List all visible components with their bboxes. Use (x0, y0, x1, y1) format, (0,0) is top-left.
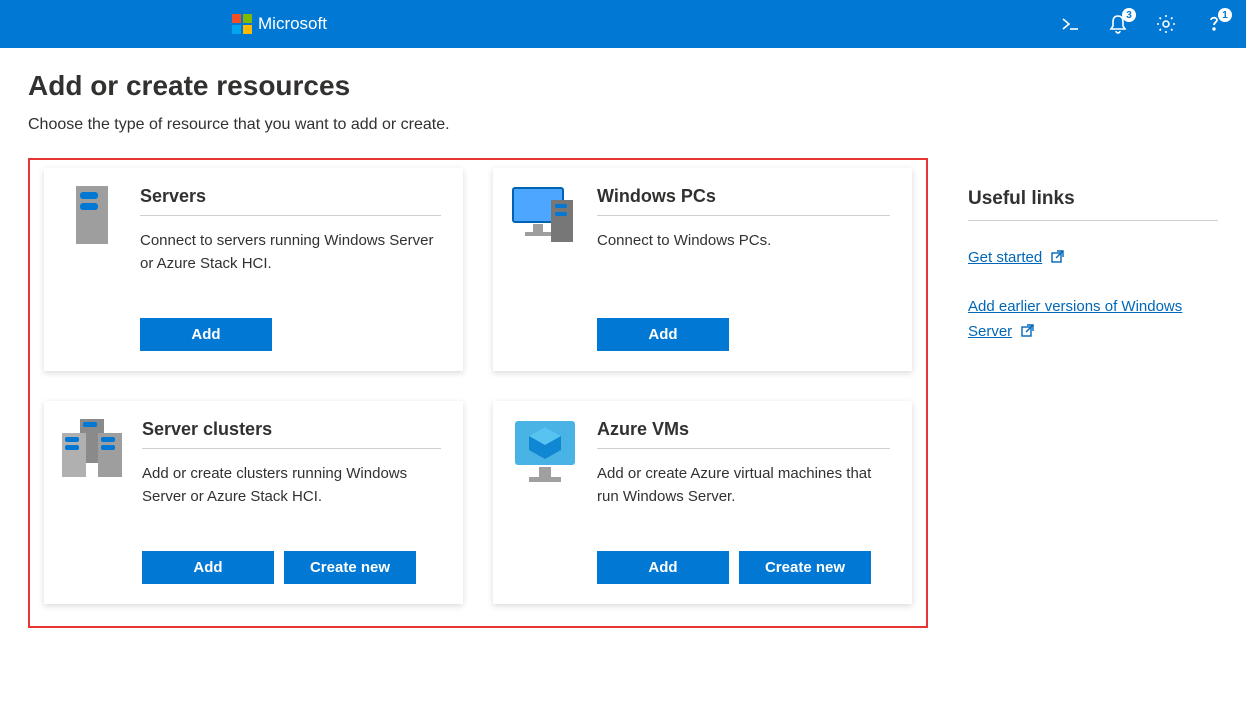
settings-icon[interactable] (1156, 14, 1176, 34)
card-desc: Connect to servers running Windows Serve… (140, 230, 441, 290)
link-get-started[interactable]: Get started (968, 249, 1042, 266)
top-bar: Microsoft 3 1 (0, 0, 1246, 48)
useful-links-sidebar: Useful links Get started Add earlier ver… (968, 70, 1218, 628)
sidebar-title: Useful links (968, 188, 1218, 221)
cards-highlight-outline: Servers Connect to servers running Windo… (28, 158, 928, 628)
card-title: Azure VMs (597, 419, 890, 449)
external-link-icon (1021, 320, 1034, 346)
server-icon (62, 186, 122, 246)
external-link-icon (1051, 246, 1064, 272)
card-desc: Connect to Windows PCs. (597, 230, 890, 290)
azure-vm-icon (511, 419, 579, 479)
microsoft-logo[interactable]: Microsoft (232, 14, 327, 34)
notifications-badge: 3 (1122, 8, 1136, 22)
card-servers: Servers Connect to servers running Windo… (44, 168, 463, 371)
add-button[interactable]: Add (597, 318, 729, 351)
topbar-actions: 3 1 (1060, 14, 1234, 34)
page-title: Add or create resources (28, 70, 928, 102)
create-new-button[interactable]: Create new (284, 551, 416, 584)
card-title: Servers (140, 186, 441, 216)
help-icon[interactable]: 1 (1204, 14, 1224, 34)
brand-text: Microsoft (258, 14, 327, 34)
help-badge: 1 (1218, 8, 1232, 22)
add-button[interactable]: Add (597, 551, 729, 584)
cluster-icon (62, 419, 124, 479)
microsoft-logo-icon (232, 14, 252, 34)
add-button[interactable]: Add (142, 551, 274, 584)
card-desc: Add or create clusters running Windows S… (142, 463, 441, 523)
card-server-clusters: Server clusters Add or create clusters r… (44, 401, 463, 604)
card-desc: Add or create Azure virtual machines tha… (597, 463, 890, 523)
create-new-button[interactable]: Create new (739, 551, 871, 584)
pc-icon (511, 186, 579, 246)
notifications-icon[interactable]: 3 (1108, 14, 1128, 34)
card-azure-vms: Azure VMs Add or create Azure virtual ma… (493, 401, 912, 604)
page-subtitle: Choose the type of resource that you wan… (28, 116, 928, 134)
cloud-shell-icon[interactable] (1060, 14, 1080, 34)
link-add-earlier-versions[interactable]: Add earlier versions of Windows Server (968, 298, 1182, 341)
add-button[interactable]: Add (140, 318, 272, 351)
card-windows-pcs: Windows PCs Connect to Windows PCs. Add (493, 168, 912, 371)
card-title: Windows PCs (597, 186, 890, 216)
card-title: Server clusters (142, 419, 441, 449)
